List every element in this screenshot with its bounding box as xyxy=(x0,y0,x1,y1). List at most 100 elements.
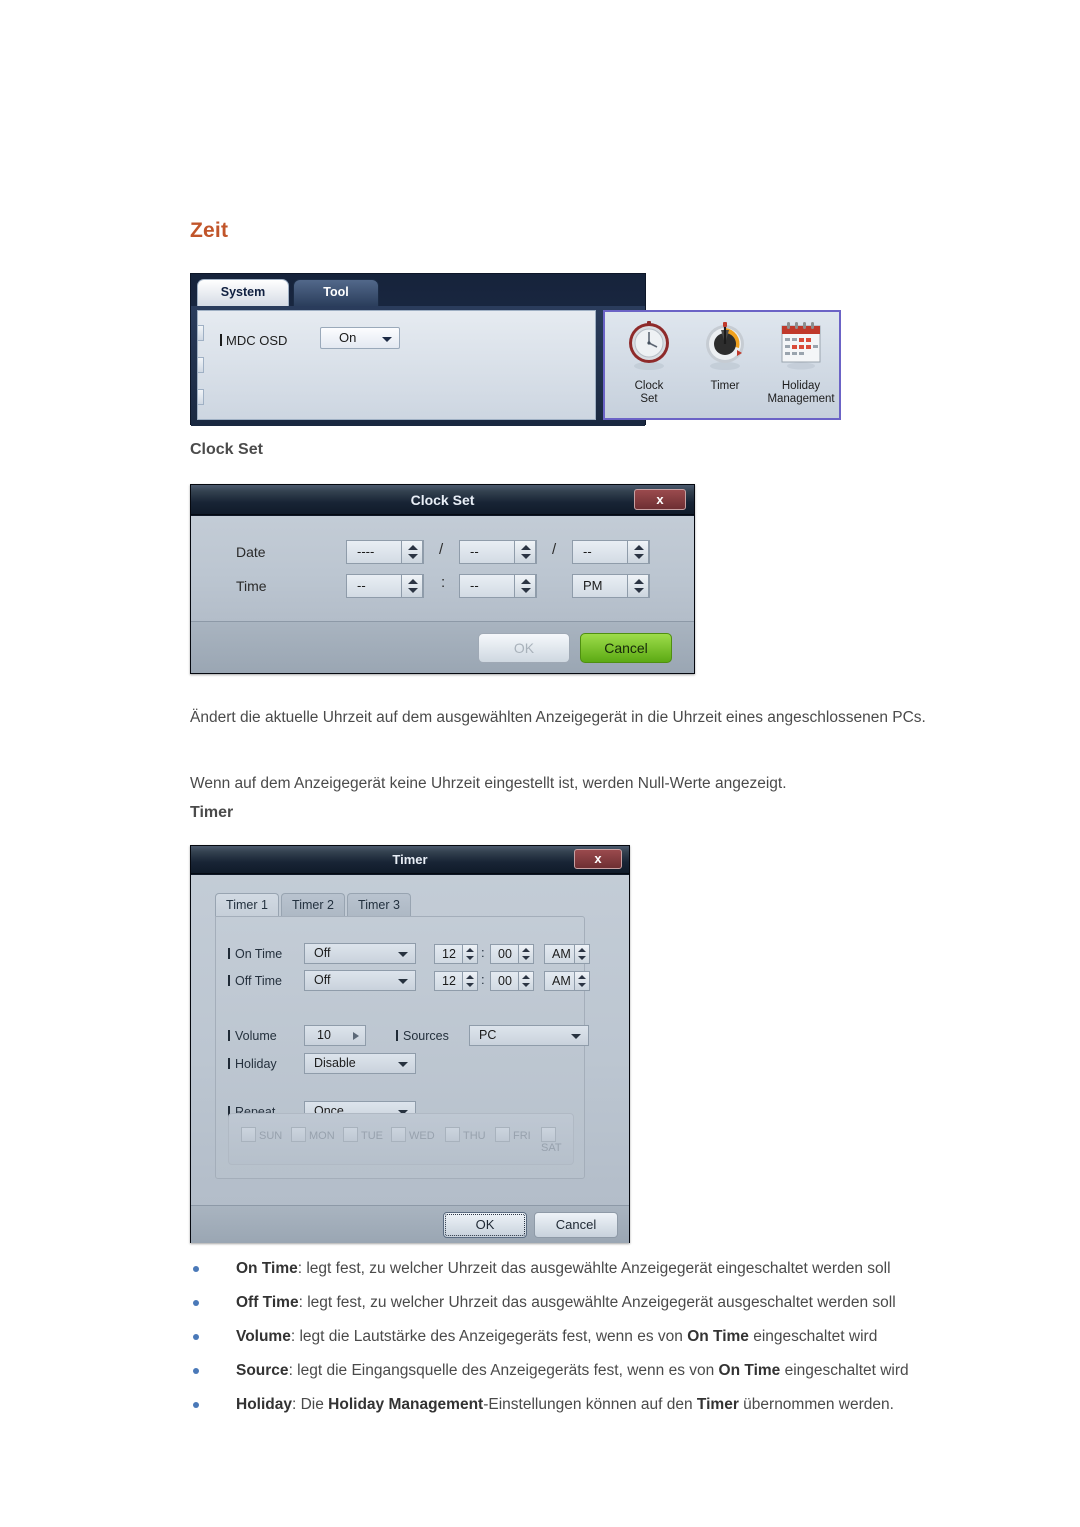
volume-slider[interactable]: 10 xyxy=(304,1025,366,1046)
mdc-osd-value: On xyxy=(339,330,357,345)
tab-timer-3[interactable]: Timer 3 xyxy=(347,893,411,917)
on-time-meridiem-stepper[interactable] xyxy=(574,944,590,964)
off-time-mode-dropdown[interactable]: Off xyxy=(304,970,416,991)
on-time-minute-spinner[interactable]: 00 xyxy=(490,944,534,964)
tab-system[interactable]: System xyxy=(197,279,289,306)
bullet-text: : legt fest, zu welcher Uhrzeit das ausg… xyxy=(297,1260,891,1277)
off-time-meridiem-spinner[interactable]: AM xyxy=(544,971,590,991)
list-item: Holiday: Die Holiday Management-Einstell… xyxy=(190,1394,1020,1416)
date-month-stepper[interactable] xyxy=(514,540,536,564)
tab-tool[interactable]: Tool xyxy=(293,279,379,306)
mdc-toolbar-panel: System Tool MDC OSD On Clock Set Timer H… xyxy=(190,273,841,426)
checkbox-fri[interactable]: FRI xyxy=(495,1127,531,1142)
on-time-colon: : xyxy=(481,945,485,960)
bullet-tick-icon xyxy=(228,948,230,959)
timer-cancel-button[interactable]: Cancel xyxy=(534,1212,618,1238)
off-time-label: Off Time xyxy=(228,974,282,988)
time-hour-spinner[interactable]: -- xyxy=(346,574,424,598)
bullet-term: Volume xyxy=(236,1328,291,1345)
tab-timer-2[interactable]: Timer 2 xyxy=(281,893,345,917)
date-day-spinner[interactable]: -- xyxy=(572,540,650,564)
bullet-term-3: Timer xyxy=(696,1396,739,1413)
bullet-term-2: Holiday Management xyxy=(328,1396,484,1413)
timer-ok-button[interactable]: OK xyxy=(443,1212,527,1238)
on-time-minute-stepper[interactable] xyxy=(518,944,534,964)
on-time-hour-spinner[interactable]: 12 xyxy=(434,944,478,964)
off-time-minute-stepper[interactable] xyxy=(518,971,534,991)
icon-button-clock-set[interactable]: Clock Set xyxy=(611,318,687,405)
on-time-label: On Time xyxy=(228,947,282,961)
timer-icon xyxy=(706,322,744,370)
checkbox-sat[interactable]: SAT xyxy=(541,1127,573,1154)
icon-button-holiday-management[interactable]: Holiday Management xyxy=(763,318,839,405)
time-minute-spinner[interactable]: -- xyxy=(459,574,537,598)
chevron-down-icon xyxy=(398,979,408,984)
close-icon[interactable]: x xyxy=(634,489,686,510)
clock-set-icon xyxy=(629,321,669,370)
clock-set-title: Clock Set xyxy=(191,485,694,515)
on-time-mode-dropdown[interactable]: Off xyxy=(304,943,416,964)
checkbox-icon xyxy=(391,1127,406,1142)
bullet-tick-icon xyxy=(220,334,222,346)
checkbox-icon xyxy=(541,1127,556,1142)
checkbox-icon xyxy=(445,1127,460,1142)
panel-stub-3 xyxy=(197,389,204,405)
bullet-term: Off Time xyxy=(236,1294,299,1311)
list-item: Volume: legt die Lautstärke des Anzeigeg… xyxy=(190,1326,1020,1348)
checkbox-icon xyxy=(291,1127,306,1142)
on-time-meridiem-spinner[interactable]: AM xyxy=(544,944,590,964)
checkbox-wed[interactable]: WED xyxy=(391,1127,435,1142)
timer-option-list: On Time : legt fest, zu welcher Uhrzeit d… xyxy=(190,1258,1020,1428)
time-hour-stepper[interactable] xyxy=(401,574,423,598)
date-day-value: -- xyxy=(583,544,592,559)
on-time-hour-stepper[interactable] xyxy=(462,944,478,964)
bullet-text: : legt fest, zu welcher Uhrzeit das ausg… xyxy=(298,1294,896,1311)
bullet-text-2: -Einstellungen können auf den xyxy=(483,1396,697,1413)
date-label: Date xyxy=(236,544,266,560)
date-month-spinner[interactable]: -- xyxy=(459,540,537,564)
close-icon[interactable]: x xyxy=(574,849,622,869)
tab-timer-1[interactable]: Timer 1 xyxy=(215,893,279,917)
off-time-meridiem-stepper[interactable] xyxy=(574,971,590,991)
holiday-dropdown[interactable]: Disable xyxy=(304,1053,416,1074)
time-minute-value: -- xyxy=(470,578,479,593)
holiday-label: Holiday xyxy=(228,1057,277,1071)
checkbox-tue[interactable]: TUE xyxy=(343,1127,383,1142)
clock-set-cancel-button[interactable]: Cancel xyxy=(580,633,672,663)
on-time-minute-value: 00 xyxy=(498,947,512,961)
off-time-minute-spinner[interactable]: 00 xyxy=(490,971,534,991)
chevron-down-icon xyxy=(398,952,408,957)
on-time-mode-value: Off xyxy=(314,946,331,960)
bullet-term-2: On Time xyxy=(687,1328,749,1345)
time-meridiem-value: PM xyxy=(583,578,603,593)
bullet-term-2: On Time xyxy=(718,1362,781,1379)
off-time-hour-stepper[interactable] xyxy=(462,971,478,991)
on-time-hour-value: 12 xyxy=(442,947,456,961)
icon-caption-holiday-management: Holiday Management xyxy=(767,380,835,405)
clock-set-ok-button[interactable]: OK xyxy=(478,633,570,663)
date-day-stepper[interactable] xyxy=(627,540,649,564)
checkbox-sun[interactable]: SUN xyxy=(241,1127,282,1142)
checkbox-thu[interactable]: THU xyxy=(445,1127,486,1142)
time-minute-stepper[interactable] xyxy=(514,574,536,598)
mdc-osd-dropdown[interactable]: On xyxy=(320,327,400,349)
document-page: Zeit System Tool MDC OSD On Clock Set Ti… xyxy=(0,0,1080,1527)
date-year-stepper[interactable] xyxy=(401,540,423,564)
section-title-clock-set: Clock Set xyxy=(190,441,263,458)
clock-set-body: Date ---- / -- / -- Time -- : -- PM xyxy=(191,516,694,621)
checkbox-mon[interactable]: MON xyxy=(291,1127,335,1142)
sources-dropdown[interactable]: PC xyxy=(469,1025,589,1046)
off-time-colon: : xyxy=(481,972,485,987)
timer-settings-panel: On Time Off 12 : 00 AM Off Time Off 12:… xyxy=(215,916,590,1179)
bullet-tick-icon xyxy=(228,1058,230,1069)
off-time-hour-spinner[interactable]: 12 xyxy=(434,971,478,991)
mdc-toolbar-body: MDC OSD On Clock Set Timer Holiday Manag… xyxy=(191,306,841,426)
weekday-checkbox-group: SUN MON TUE WED THU FRI SAT xyxy=(228,1113,574,1165)
off-time-hour-value: 12 xyxy=(442,974,456,988)
date-year-spinner[interactable]: ---- xyxy=(346,540,424,564)
timer-footer: OK Cancel xyxy=(191,1205,629,1243)
time-meridiem-spinner[interactable]: PM xyxy=(572,574,650,598)
timer-title: Timer xyxy=(191,846,629,874)
time-meridiem-stepper[interactable] xyxy=(627,574,649,598)
icon-button-timer[interactable]: Timer xyxy=(687,318,763,392)
